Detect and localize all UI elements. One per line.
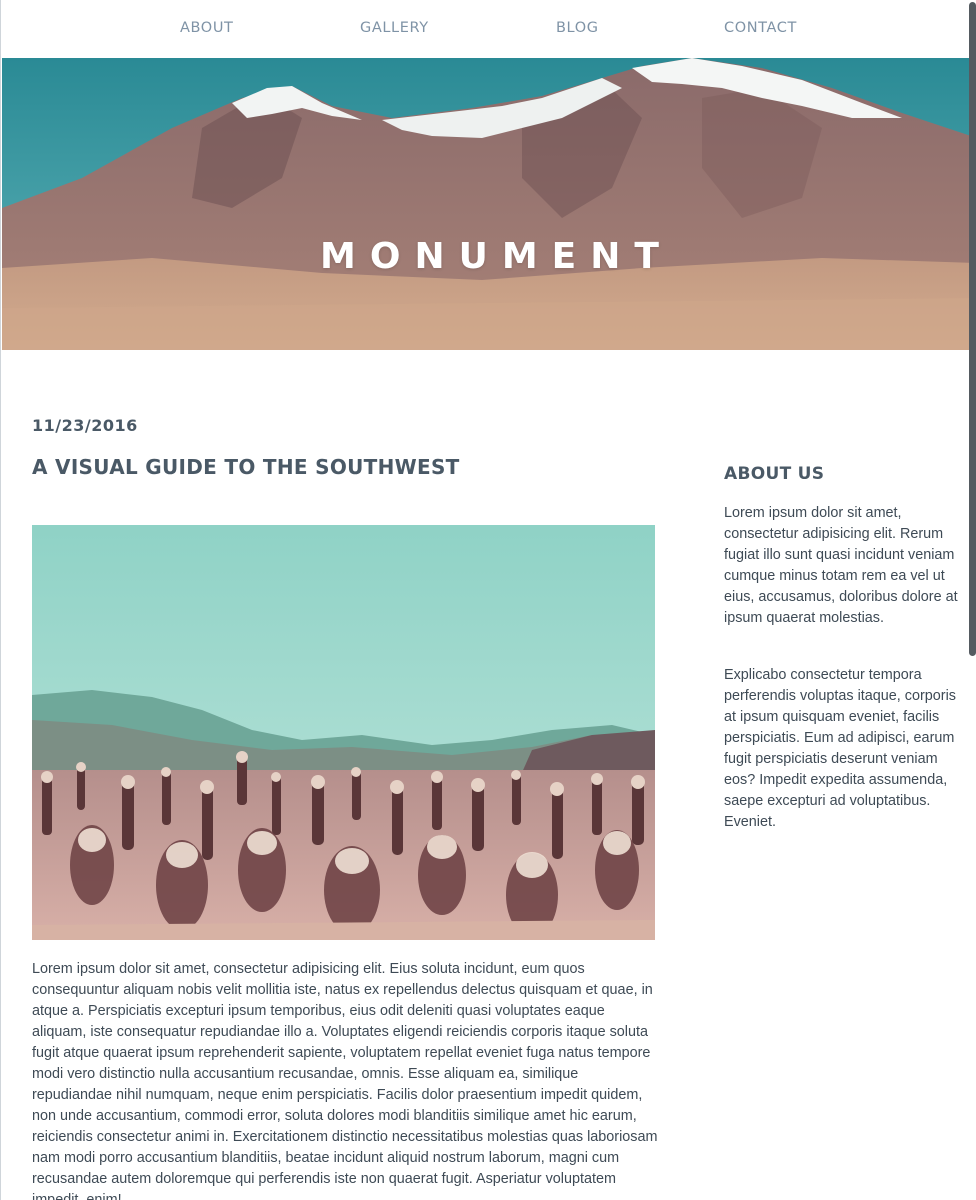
post-date: 11/23/2016 — [32, 416, 138, 435]
page: ABOUT GALLERY BLOG CONTACT MONUMENT 11/2… — [0, 0, 976, 1200]
mountain-hero-image — [2, 58, 976, 350]
post-title[interactable]: A VISUAL GUIDE TO THE SOUTHWEST — [32, 455, 460, 479]
sidebar-paragraph: Explicabo consectetur tempora perferendi… — [724, 667, 956, 830]
scrollbar-thumb[interactable] — [969, 2, 976, 656]
desert-cactus-image — [32, 525, 655, 940]
top-navigation: ABOUT GALLERY BLOG CONTACT — [2, 0, 976, 58]
post-body: Lorem ipsum dolor sit amet, consectetur … — [32, 961, 658, 1200]
nav-link-contact[interactable]: CONTACT — [724, 20, 797, 36]
site-title: MONUMENT — [320, 236, 673, 277]
nav-link-gallery[interactable]: GALLERY — [360, 20, 429, 36]
nav-link-about[interactable]: ABOUT — [180, 20, 234, 36]
hero-banner: MONUMENT — [2, 58, 976, 350]
vertical-scrollbar[interactable] — [968, 0, 976, 1200]
nav-link-blog[interactable]: BLOG — [556, 20, 599, 36]
sidebar-paragraph: Lorem ipsum dolor sit amet, consectetur … — [724, 505, 958, 626]
sidebar-title: ABOUT US — [724, 464, 825, 484]
